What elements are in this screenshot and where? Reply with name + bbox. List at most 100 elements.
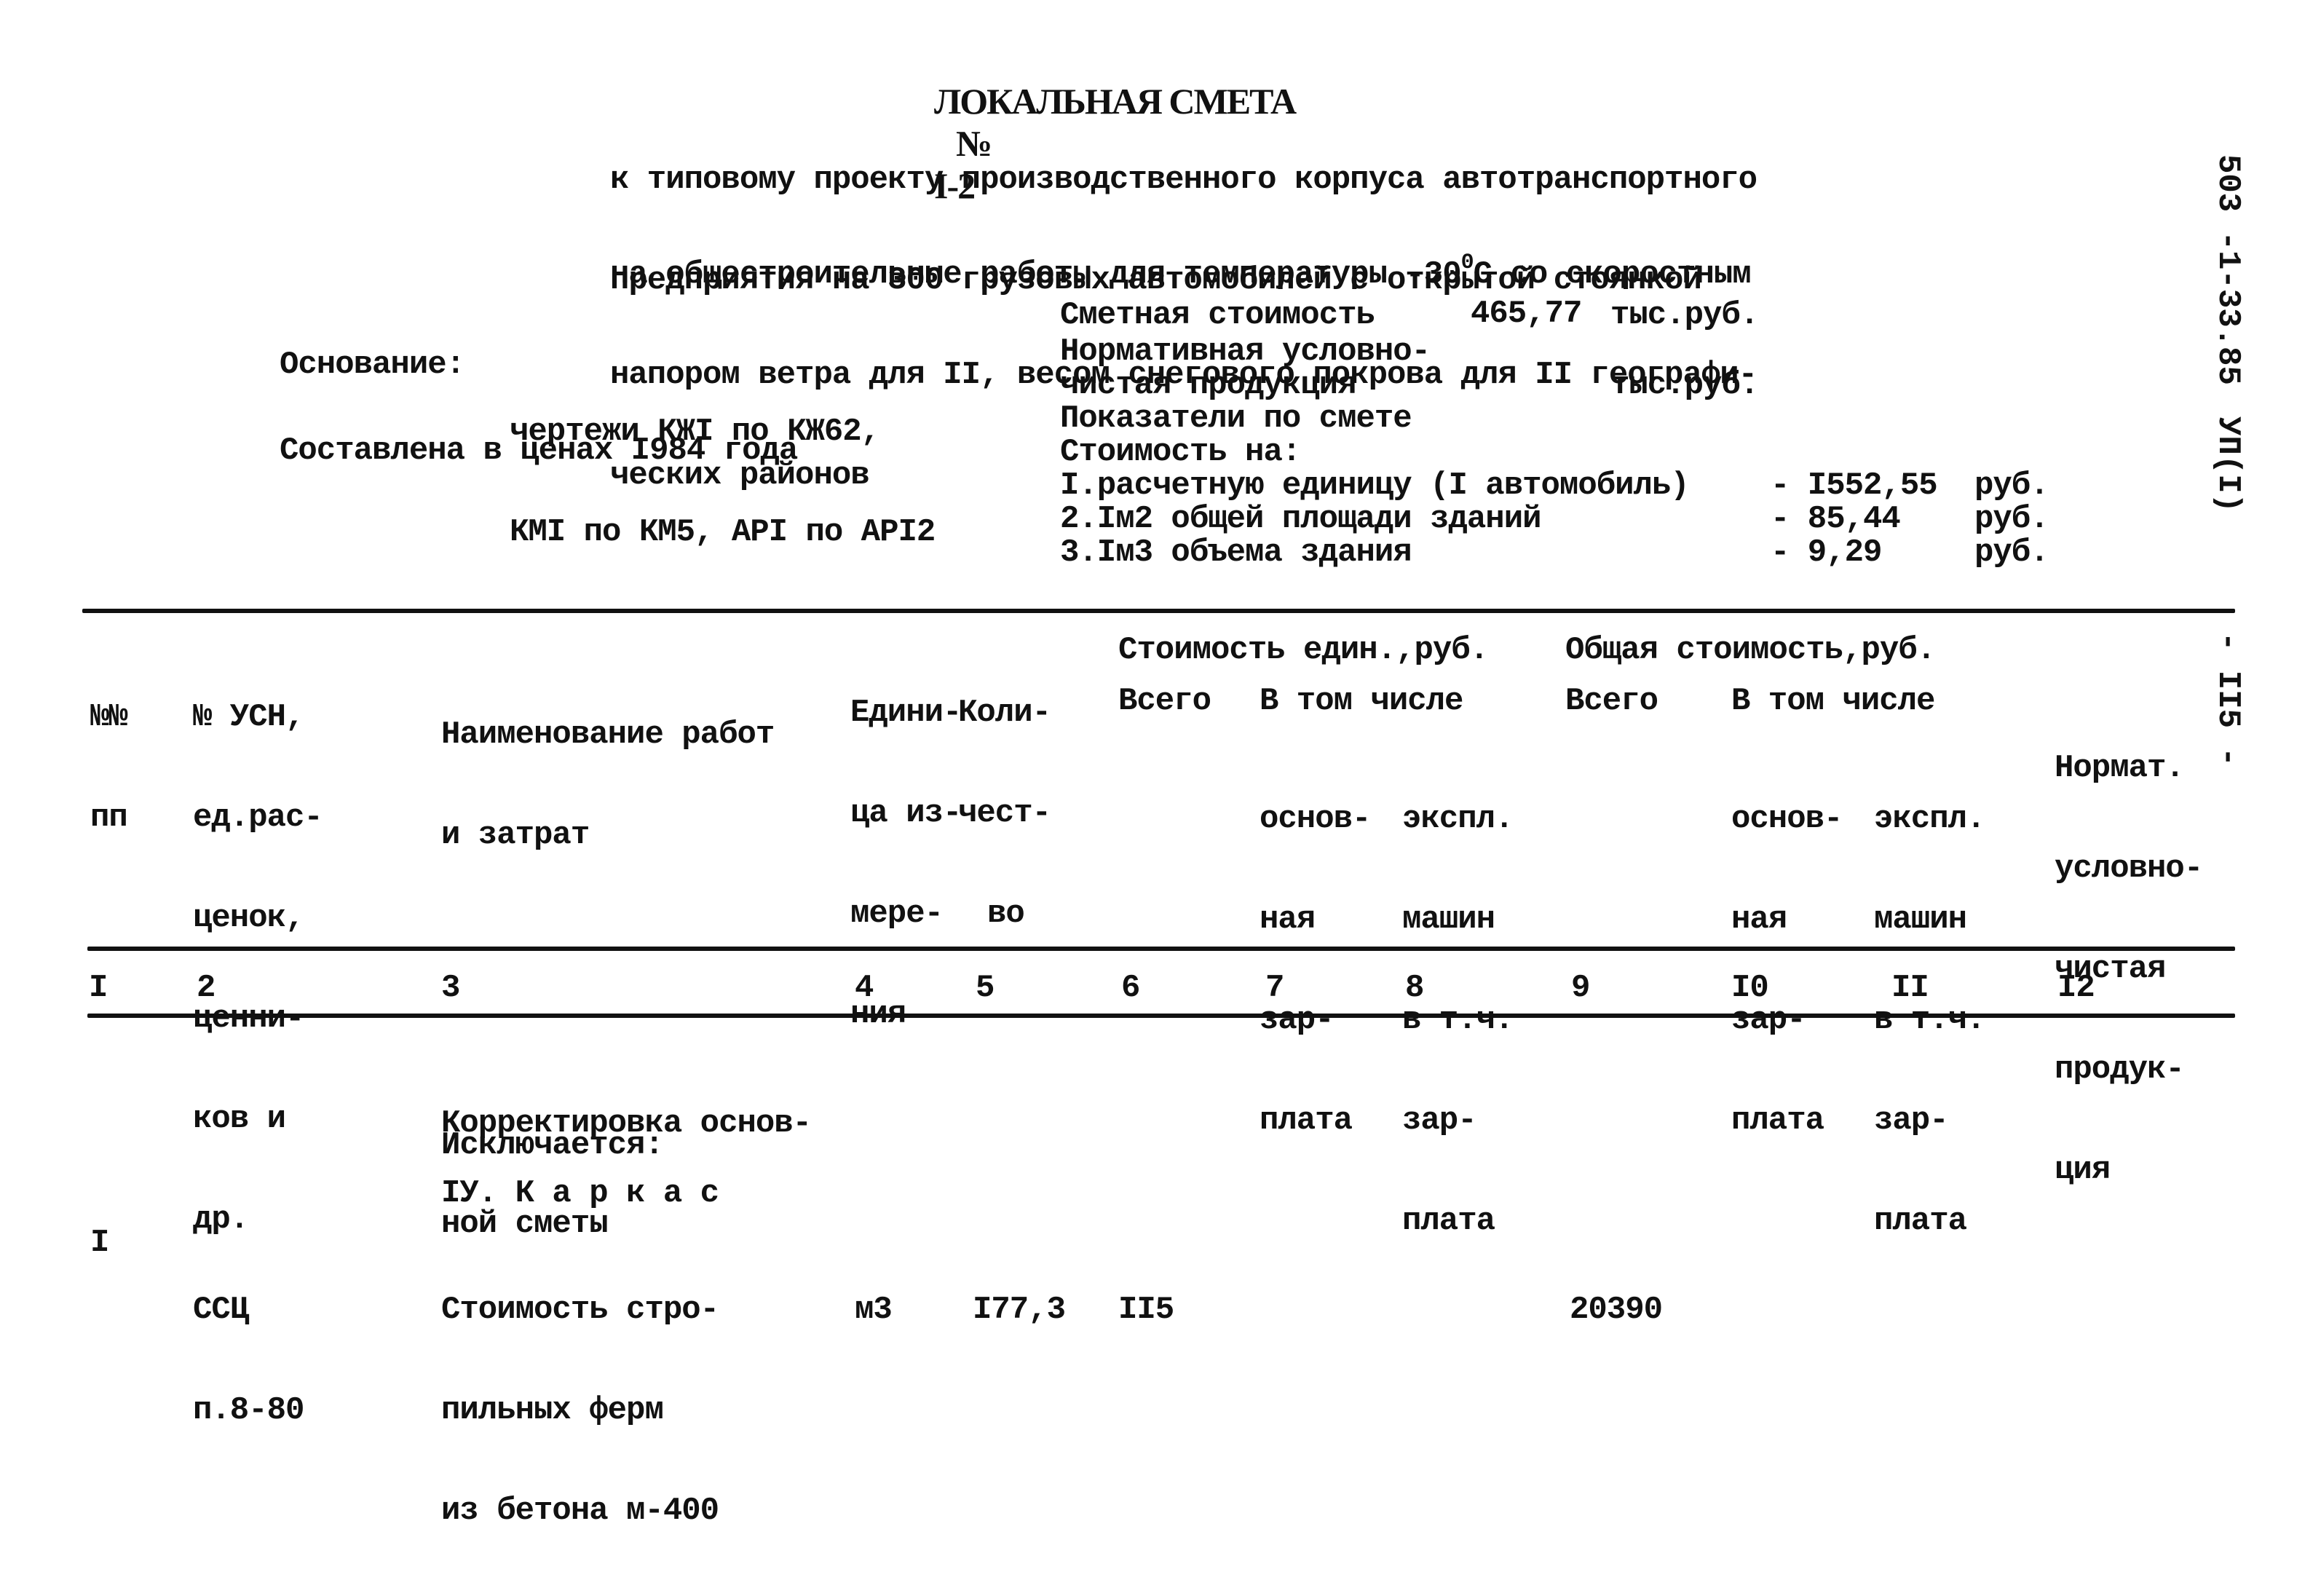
table-top-rule <box>82 609 2235 613</box>
estimated-cost-value: 465,77 <box>1471 296 1582 332</box>
indicator-label: 3.Iм3 объема здания <box>1060 534 1412 571</box>
header-text: №№ <box>90 699 128 735</box>
header-text: продук- <box>2055 1051 2185 1088</box>
header-unit-cost-group: Стоимость един.,руб. <box>1118 632 1489 668</box>
normative-unit: тыс.руб. <box>1610 367 1759 403</box>
row-total: 20390 <box>1570 1292 1663 1328</box>
header-work-name: Наименование работ и затрат <box>441 651 775 885</box>
header-text: № УСН, <box>193 699 304 735</box>
header-text: Коли- <box>958 695 1051 731</box>
header-total-total: Всего <box>1565 683 1658 719</box>
column-number: II <box>1891 970 1929 1006</box>
row-rate-code: ССЦ п.8-80 <box>193 1226 304 1494</box>
indicator-unit: руб. <box>1974 467 2049 504</box>
price-base: Составлена в ценах I984 года <box>280 432 798 469</box>
header-row-number: №№ пп <box>90 633 128 868</box>
indicators-label: Показатели по смете <box>1060 400 1412 437</box>
header-text: машин <box>1402 901 1495 938</box>
header-text: зар- <box>1260 1002 1335 1038</box>
header-total-base-wage: основ- ная зар- плата <box>1731 735 1843 1171</box>
header-text: экспл. <box>1874 801 1985 837</box>
header-unit-base-wage: основ- ная зар- плата <box>1260 735 1371 1171</box>
row-work-name: Стоимость стро- пильных ферм из бетона м… <box>441 1226 719 1595</box>
cell-text: п.8-80 <box>193 1392 304 1429</box>
column-number: 4 <box>855 970 874 1006</box>
excluded-label: Исключается: <box>441 1127 664 1164</box>
header-text: плата <box>1402 1203 1495 1239</box>
header-normative: Нормат. условно- чистая продук- ция <box>2055 684 2203 1220</box>
header-text: основ- <box>1260 801 1371 837</box>
cell-text: пильных ферм <box>441 1392 664 1429</box>
header-text: мере- <box>850 896 944 932</box>
estimated-cost-label: Сметная стоимость <box>1060 297 1375 333</box>
header-text: Нормат. <box>2055 750 2185 786</box>
basis-line: КМI по КМ5, АРI по АРI2 <box>510 514 936 550</box>
degree-sup: 0 <box>1460 250 1474 275</box>
header-text: Наименование работ <box>441 716 775 753</box>
header-text: чест- <box>958 795 1051 831</box>
header-text: в т.ч. <box>1402 1002 1514 1038</box>
header-unit-incl: В том числе <box>1260 683 1463 719</box>
indicator-value: - 85,44 <box>1771 501 1901 537</box>
column-number: 9 <box>1571 970 1590 1006</box>
row-unit-total: II5 <box>1118 1292 1174 1328</box>
header-text: ценни- <box>193 1000 304 1037</box>
column-number: 6 <box>1121 970 1140 1006</box>
cell-text: Стоимость стро- <box>441 1292 719 1328</box>
header-text: ценок, <box>193 900 304 936</box>
album-number: УП(I) <box>2210 416 2246 513</box>
column-number: 8 <box>1405 970 1424 1006</box>
indicator-value: - I552,55 <box>1771 467 1938 504</box>
header-text: плата <box>1731 1102 1824 1139</box>
header-text: зар- <box>1402 1102 1477 1139</box>
row-unit: м3 <box>855 1292 893 1328</box>
row-number: I <box>90 1225 109 1261</box>
header-text: зар- <box>1731 1002 1806 1038</box>
header-text: машин <box>1874 901 1967 938</box>
header-text: ков и <box>193 1101 286 1137</box>
normative-label: чистая продукция <box>1060 367 1356 403</box>
indicator-value: - 9,29 <box>1771 534 1882 571</box>
header-text: ная <box>1731 901 1787 938</box>
header-text: плата <box>1260 1102 1353 1139</box>
header-quantity: Коли- чест- во <box>958 629 1051 964</box>
column-number: 2 <box>197 970 216 1006</box>
column-number: I <box>89 970 108 1006</box>
normative-label: Нормативная условно- <box>1060 333 1431 370</box>
column-number: I2 <box>2057 970 2095 1006</box>
header-text: в т.ч. <box>1874 1002 1985 1038</box>
row-quantity: I77,3 <box>973 1292 1066 1328</box>
page-number: - II5 - <box>2210 632 2246 767</box>
section-title: IУ. К а р к а с <box>441 1175 719 1212</box>
header-text: ца из- <box>850 795 962 831</box>
header-total-incl: В том числе <box>1731 683 1935 719</box>
header-total-machines: экспл. машин в т.ч. зар- плата <box>1874 735 1985 1271</box>
header-text: основ- <box>1731 801 1843 837</box>
document-code: 503 -1-33.85 <box>2210 154 2246 385</box>
basis-label: Основание: <box>280 347 465 383</box>
indicator-label: 2.Iм2 общей площади зданий <box>1060 501 1542 537</box>
header-text: экспл. <box>1402 801 1514 837</box>
header-text: зар- <box>1874 1102 1949 1139</box>
scope-text: на общестроительные работы для температу… <box>610 256 1462 293</box>
estimated-cost-unit: тыс.руб. <box>1610 297 1759 333</box>
header-text: плата <box>1874 1203 1967 1239</box>
column-number: I0 <box>1731 970 1769 1006</box>
header-text: во <box>987 896 1025 932</box>
header-rate-code: № УСН, ед.рас- ценок, ценни- ков и др. <box>193 633 323 1270</box>
cell-text: из бетона м-400 <box>441 1493 719 1529</box>
header-text: и затрат <box>441 817 590 853</box>
header-unit-total: Всего <box>1118 683 1211 719</box>
indicator-label: I.расчетную единицу (I автомобиль) <box>1060 467 1690 504</box>
header-total-cost-group: Общая стоимость,руб. <box>1565 632 1936 668</box>
header-text: Едини- <box>850 695 962 731</box>
column-number: 5 <box>976 970 995 1006</box>
cost-per-label: Стоимость на: <box>1060 434 1301 470</box>
header-text: ная <box>1260 901 1316 938</box>
header-text: пп <box>90 799 128 836</box>
header-text: условно- <box>2055 850 2203 887</box>
header-text: ед.рас- <box>193 799 323 836</box>
indicator-unit: руб. <box>1974 534 2049 571</box>
scope-line: на общестроительные работы для температу… <box>610 246 1757 291</box>
indicator-unit: руб. <box>1974 501 2049 537</box>
